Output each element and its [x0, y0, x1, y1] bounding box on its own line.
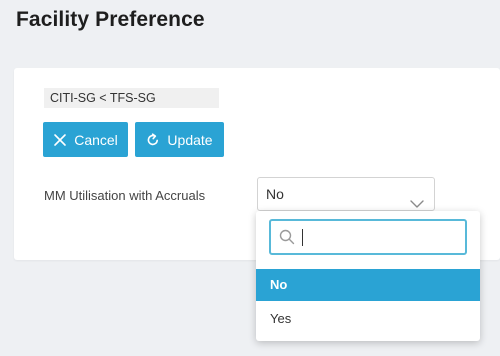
- close-icon: [53, 133, 67, 147]
- mm-utilisation-label: MM Utilisation with Accruals: [44, 188, 206, 203]
- option-yes[interactable]: Yes: [256, 303, 480, 335]
- dropdown-search[interactable]: [269, 219, 467, 255]
- cancel-button[interactable]: Cancel: [43, 122, 128, 157]
- search-input[interactable]: [301, 225, 461, 249]
- update-button-label: Update: [167, 131, 213, 148]
- chevron-down-icon: [410, 188, 424, 208]
- select-dropdown: No Yes: [256, 211, 480, 341]
- update-button[interactable]: Update: [135, 122, 224, 157]
- refresh-icon: [146, 132, 160, 147]
- select-value: No: [266, 186, 284, 202]
- option-no[interactable]: No: [256, 269, 480, 301]
- facility-tag: CITI-SG < TFS-SG: [44, 88, 219, 108]
- search-icon: [279, 229, 295, 245]
- mm-utilisation-select[interactable]: No: [257, 177, 435, 211]
- text-caret: [302, 229, 303, 246]
- page-title: Facility Preference: [16, 8, 205, 31]
- cancel-button-label: Cancel: [74, 131, 118, 148]
